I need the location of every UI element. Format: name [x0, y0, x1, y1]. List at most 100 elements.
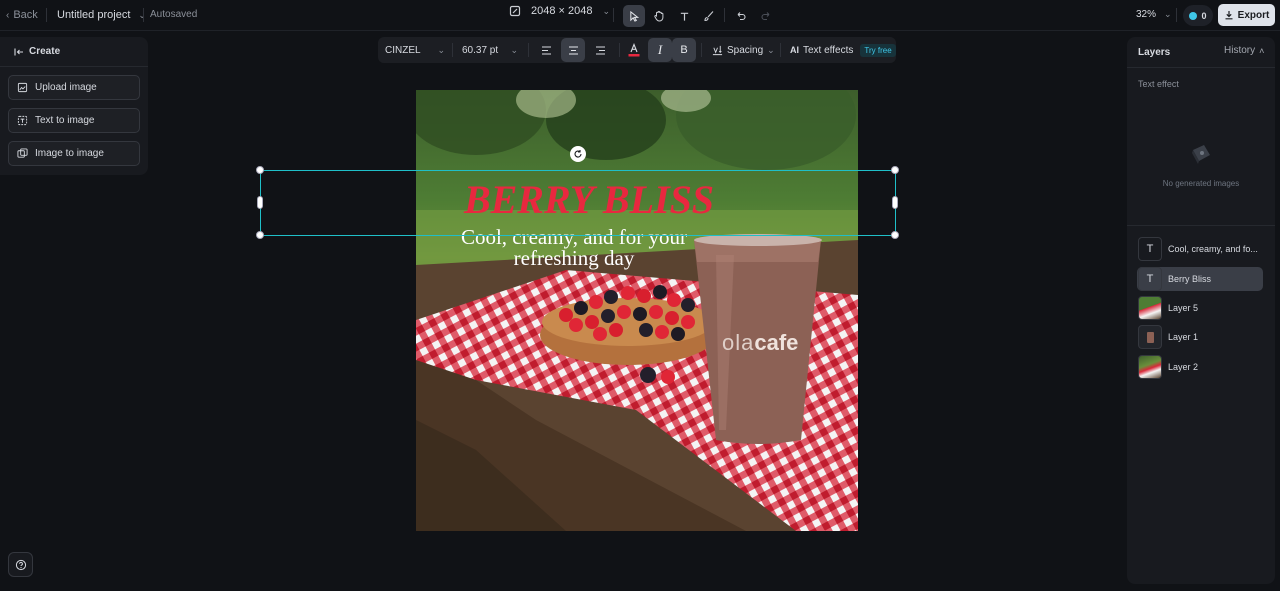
ai-icon: AI — [790, 45, 799, 55]
chevron-down-icon: ⌄ — [1164, 9, 1172, 19]
zoom-dropdown[interactable]: 32% ⌄ — [1136, 9, 1172, 20]
upload-image-label: Upload image — [35, 82, 97, 93]
canvas-background-image — [416, 90, 858, 531]
align-left-button[interactable] — [534, 38, 558, 62]
layers-panel: Layers History ˄ Text effect No generate… — [1127, 37, 1275, 584]
resize-handle-bottom-right[interactable] — [891, 231, 899, 239]
italic-button[interactable]: I — [648, 38, 672, 62]
align-right-icon — [595, 45, 605, 55]
collapse-panel-icon — [14, 48, 23, 55]
project-title-dropdown[interactable]: Untitled project ⌄ — [57, 9, 146, 21]
layer-item-subline[interactable]: T Cool, creamy, and fo... — [1137, 237, 1263, 261]
layers-tab[interactable]: Layers — [1138, 47, 1170, 58]
top-bar: ‹ Back Untitled project ⌄ Autosaved 2048… — [0, 0, 1280, 31]
hand-tool-button[interactable] — [648, 5, 670, 27]
resize-handle-top-right[interactable] — [891, 166, 899, 174]
history-label: History — [1224, 45, 1256, 56]
chevron-up-icon: ˄ — [1259, 45, 1265, 56]
upload-image-button[interactable]: Upload image — [8, 75, 140, 100]
text-effects-button[interactable]: AI Text effects Try free — [790, 37, 896, 63]
undo-button[interactable] — [730, 5, 752, 27]
export-button[interactable]: Export — [1218, 4, 1275, 26]
bold-button[interactable]: B — [672, 38, 696, 62]
spacing-label: Spacing — [727, 44, 764, 56]
project-title: Untitled project — [57, 9, 131, 21]
undo-icon — [737, 12, 746, 21]
spacing-icon — [712, 45, 723, 55]
divider — [701, 43, 702, 57]
pointer-icon — [629, 10, 639, 22]
text-icon: T — [1146, 273, 1154, 285]
rotate-icon — [574, 150, 582, 158]
italic-icon: I — [657, 42, 663, 57]
save-status: Autosaved — [150, 9, 198, 20]
download-icon — [1225, 11, 1233, 20]
divider — [1127, 67, 1275, 68]
divider — [613, 8, 614, 22]
layer-name: Berry Bliss — [1168, 274, 1212, 284]
divider — [1127, 225, 1275, 226]
spacing-dropdown[interactable]: Spacing ⌄ — [712, 37, 775, 63]
layer-item-headline[interactable]: T Berry Bliss — [1137, 267, 1263, 291]
layer-name: Layer 1 — [1168, 332, 1199, 342]
selection-box[interactable] — [260, 170, 896, 236]
font-family-dropdown[interactable]: CINZEL ⌄ — [385, 37, 445, 63]
credits-count: 0 — [1201, 10, 1207, 21]
align-center-button[interactable] — [561, 38, 585, 62]
select-tool-button[interactable] — [623, 5, 645, 27]
credits-badge[interactable]: 0 — [1183, 5, 1213, 26]
back-label: Back — [13, 9, 38, 21]
chevron-left-icon: ‹ — [6, 9, 10, 21]
font-size-value: 60.37 pt — [462, 44, 499, 56]
cup-logo-bold: cafe — [754, 330, 799, 355]
text-tool-button[interactable] — [673, 5, 695, 27]
redo-button[interactable] — [755, 5, 777, 27]
create-header[interactable]: Create — [14, 46, 60, 57]
cup-logo-light: ola — [722, 330, 755, 355]
chevron-down-icon: ⌄ — [767, 44, 775, 55]
layer-item-layer-5[interactable]: Layer 5 — [1137, 296, 1263, 320]
credits-icon — [1189, 11, 1198, 20]
text-format-toolbar: CINZEL ⌄ 60.37 pt ⌄ I B Spacing ⌄ AI Tex… — [378, 37, 896, 63]
zoom-level: 32% — [1136, 9, 1157, 20]
resize-handle-left[interactable] — [257, 196, 263, 209]
chevron-down-icon: ⌄ — [510, 44, 518, 55]
divider — [0, 66, 148, 67]
layer-item-layer-1[interactable]: Layer 1 — [1137, 325, 1263, 349]
divider — [46, 8, 47, 22]
divider — [143, 8, 144, 22]
text-color-button[interactable] — [622, 38, 646, 62]
resize-icon — [509, 5, 521, 17]
create-title: Create — [29, 46, 61, 57]
brush-tool-button[interactable] — [698, 5, 720, 27]
chevron-down-icon: ⌄ — [602, 5, 611, 16]
image-to-image-label: Image to image — [35, 148, 104, 159]
brush-icon — [704, 11, 714, 22]
history-toggle[interactable]: History ˄ — [1224, 45, 1264, 56]
back-button[interactable]: ‹ Back — [6, 9, 38, 21]
font-size-dropdown[interactable]: 60.37 pt ⌄ — [462, 37, 518, 63]
image-to-image-button[interactable]: Image to image — [8, 141, 140, 166]
divider — [619, 43, 620, 57]
image-layer-thumb — [1138, 355, 1162, 379]
text-to-image-button[interactable]: Text to image — [8, 108, 140, 133]
subline-text-2: refreshing day — [513, 246, 635, 270]
align-center-icon — [568, 45, 578, 55]
divider — [780, 43, 781, 57]
text-icon — [680, 12, 688, 21]
rotate-handle[interactable] — [570, 146, 586, 162]
help-icon — [15, 559, 26, 570]
divider — [452, 43, 453, 57]
text-layer-thumb: T — [1138, 237, 1162, 261]
resize-handle-bottom-left[interactable] — [256, 231, 264, 239]
help-button[interactable] — [8, 552, 33, 577]
section-label: Text effect — [1138, 79, 1179, 89]
layer-item-layer-2[interactable]: Layer 2 — [1137, 355, 1263, 379]
divider — [528, 43, 529, 57]
resize-handle-right[interactable] — [892, 196, 898, 209]
design-canvas[interactable]: ola cafe BERRY BLISS Cool, creamy, and f… — [416, 90, 858, 531]
text-icon: T — [1146, 243, 1154, 255]
align-right-button[interactable] — [588, 38, 612, 62]
resize-handle-top-left[interactable] — [256, 166, 264, 174]
canvas-size-dropdown[interactable]: 2048 × 2048 ⌄ — [509, 5, 610, 17]
